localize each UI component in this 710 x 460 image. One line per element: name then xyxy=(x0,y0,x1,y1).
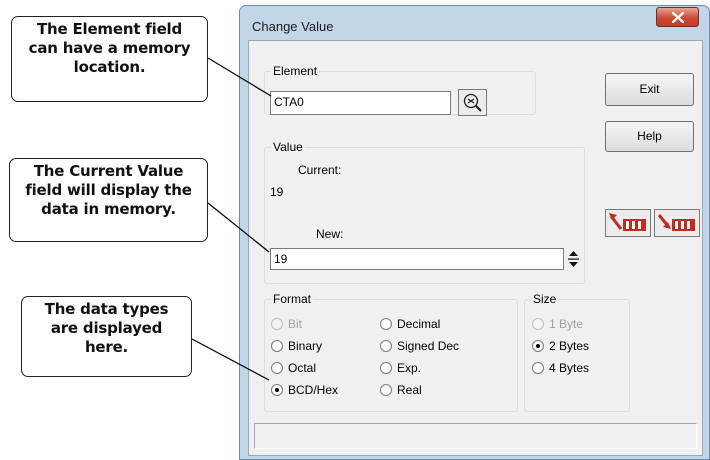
callout-leader-lines xyxy=(191,57,272,381)
leader-line-element xyxy=(207,57,272,97)
leader-line-types xyxy=(191,338,270,381)
leader-line-current xyxy=(207,202,270,253)
